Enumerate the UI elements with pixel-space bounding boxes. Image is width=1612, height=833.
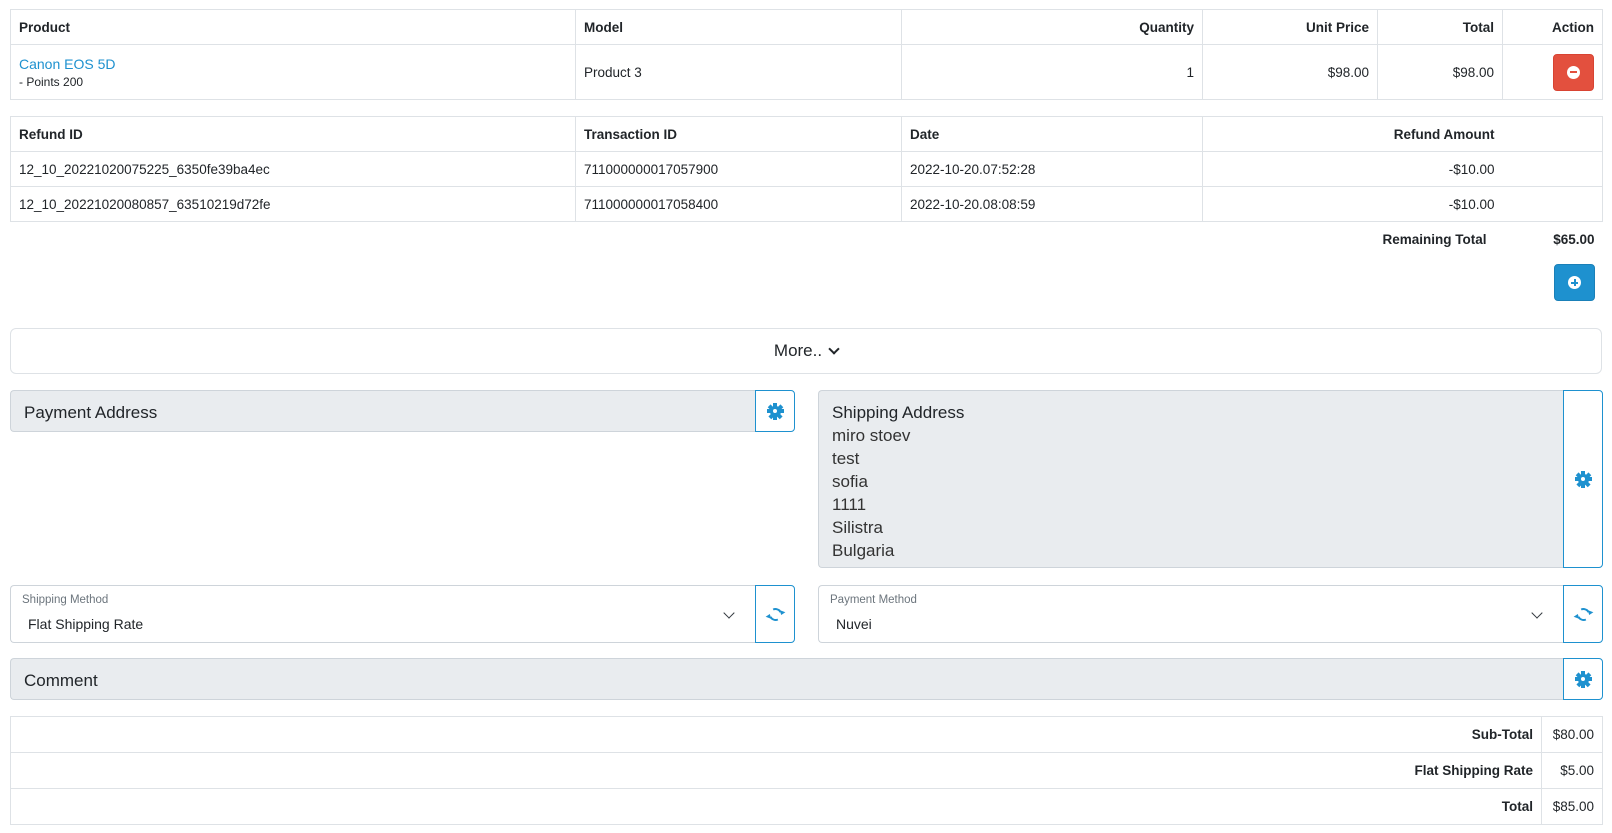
- header-refund-amount: Refund Amount: [1202, 116, 1503, 152]
- transaction-id-cell: 711000000017058400: [575, 186, 902, 222]
- table-row: 12_10_20221020075225_6350fe39ba4ec 71100…: [10, 151, 1603, 187]
- shipping-method-value: Flat Shipping Rate: [28, 616, 144, 632]
- products-table: Product Model Quantity Unit Price Total …: [10, 9, 1603, 100]
- minus-circle-icon: [1567, 65, 1580, 79]
- payment-method-value: Nuvei: [836, 616, 872, 632]
- payment-address-panel: Payment Address: [10, 390, 755, 432]
- header-action: Action: [1502, 9, 1603, 45]
- table-row: Total $85.00: [10, 788, 1603, 825]
- refunds-table: Refund ID Transaction ID Date Refund Amo…: [10, 116, 1603, 257]
- header-product: Product: [10, 9, 576, 45]
- remove-product-button[interactable]: [1553, 53, 1594, 91]
- shipping-method-refresh-button[interactable]: [755, 585, 795, 643]
- table-row: Flat Shipping Rate $5.00: [10, 752, 1603, 789]
- subtotal-label: Sub-Total: [10, 716, 1542, 753]
- product-link[interactable]: Canon EOS 5D: [19, 56, 567, 72]
- table-row: Sub-Total $80.00: [10, 716, 1603, 753]
- header-spacer: [1502, 116, 1603, 152]
- refresh-icon: [766, 605, 784, 623]
- header-unit-price: Unit Price: [1202, 9, 1378, 45]
- remaining-total-value: $65.00: [1553, 231, 1595, 247]
- total-value: $85.00: [1541, 788, 1603, 825]
- quantity-cell: 1: [901, 44, 1203, 100]
- foot-spacer: [11, 222, 1203, 257]
- address-line-country: Bulgaria: [832, 541, 895, 560]
- products-header-row: Product Model Quantity Unit Price Total …: [10, 9, 1603, 45]
- refund-id-cell: 12_10_20221020080857_63510219d72fe: [10, 186, 576, 222]
- comment-settings-button[interactable]: [1563, 658, 1603, 700]
- address-line-zone: Silistra: [832, 518, 884, 537]
- payment-address-settings-button[interactable]: [755, 390, 795, 432]
- more-toggle-button[interactable]: More..: [10, 328, 1602, 374]
- plus-circle-icon: [1568, 276, 1581, 289]
- total-cell: $98.00: [1377, 44, 1503, 100]
- model-cell: Product 3: [575, 44, 902, 100]
- row-spacer: [1502, 151, 1603, 187]
- address-line-postcode: 1111: [832, 495, 867, 514]
- address-line-name: miro stoev: [832, 426, 911, 445]
- table-row: Canon EOS 5D - Points 200 Product 3 1 $9…: [10, 44, 1603, 100]
- remaining-total-row: Remaining Total $65.00: [11, 222, 1603, 257]
- comment-title: Comment: [24, 671, 98, 690]
- header-date: Date: [901, 116, 1203, 152]
- payment-method-label: Payment Method: [830, 594, 917, 606]
- product-option: - Points 200: [19, 74, 84, 89]
- address-line-company: test: [832, 449, 860, 468]
- shipping-method-label: Shipping Method: [22, 594, 109, 606]
- refund-amount-cell: -$10.00: [1202, 151, 1503, 187]
- transaction-id-cell: 711000000017057900: [575, 151, 902, 187]
- address-line-city: sofia: [832, 472, 868, 491]
- remaining-total-label: Remaining Total: [1382, 231, 1487, 247]
- payment-method-select[interactable]: Payment Method Nuvei: [818, 585, 1563, 643]
- chevron-down-icon: [828, 343, 840, 355]
- product-cell: Canon EOS 5D - Points 200: [10, 44, 576, 100]
- total-label: Total: [10, 788, 1542, 825]
- comment-panel: Comment: [10, 658, 1563, 700]
- gear-icon: [1570, 466, 1596, 492]
- chevron-down-icon: [723, 607, 735, 619]
- date-cell: 2022-10-20.08:08:59: [901, 186, 1203, 222]
- gear-icon: [1570, 666, 1596, 692]
- payment-address-title: Payment Address: [24, 403, 158, 422]
- refresh-icon: [1574, 605, 1592, 623]
- refund-id-cell: 12_10_20221020075225_6350fe39ba4ec: [10, 151, 576, 187]
- header-transaction-id: Transaction ID: [575, 116, 902, 152]
- shipping-rate-label: Flat Shipping Rate: [10, 752, 1542, 789]
- gear-icon: [762, 398, 788, 424]
- shipping-method-select[interactable]: Shipping Method Flat Shipping Rate: [10, 585, 755, 643]
- header-model: Model: [575, 9, 902, 45]
- refunds-header-row: Refund ID Transaction ID Date Refund Amo…: [10, 116, 1603, 152]
- unit-price-cell: $98.00: [1202, 44, 1378, 100]
- refund-amount-cell: -$10.00: [1202, 186, 1503, 222]
- header-refund-id: Refund ID: [10, 116, 576, 152]
- table-row: 12_10_20221020080857_63510219d72fe 71100…: [10, 186, 1603, 222]
- row-spacer: [1502, 186, 1603, 222]
- action-cell: [1502, 44, 1603, 100]
- add-refund-button[interactable]: [1554, 264, 1595, 301]
- shipping-rate-value: $5.00: [1541, 752, 1603, 789]
- payment-method-refresh-button[interactable]: [1563, 585, 1603, 643]
- order-totals-table: Sub-Total $80.00 Flat Shipping Rate $5.0…: [10, 716, 1603, 825]
- shipping-address-title: Shipping Address: [832, 403, 965, 422]
- date-cell: 2022-10-20.07:52:28: [901, 151, 1203, 187]
- header-total: Total: [1377, 9, 1503, 45]
- chevron-down-icon: [1531, 607, 1543, 619]
- subtotal-value: $80.00: [1541, 716, 1603, 753]
- shipping-address-panel: Shipping Address miro stoev test sofia 1…: [818, 390, 1563, 568]
- shipping-address-settings-button[interactable]: [1563, 390, 1603, 568]
- more-label: More..: [773, 341, 823, 360]
- header-quantity: Quantity: [901, 9, 1203, 45]
